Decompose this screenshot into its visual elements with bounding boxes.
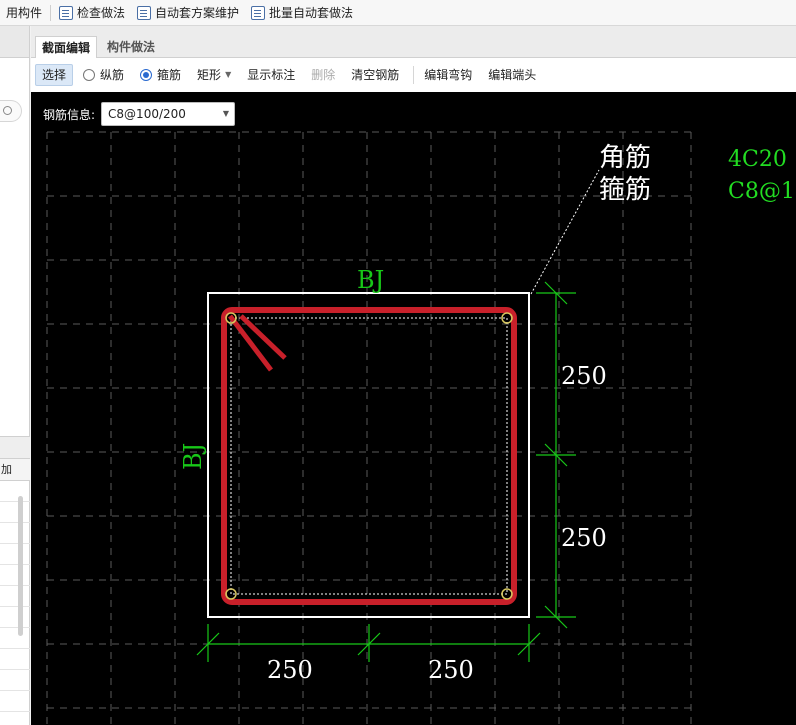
select-button[interactable]: 选择 — [35, 64, 74, 86]
show-dimension-button[interactable]: 显示标注 — [241, 64, 301, 86]
left-panel-header — [0, 26, 29, 58]
dimension-bottom — [196, 624, 541, 662]
longitudinal-label: 纵筋 — [100, 68, 125, 82]
table-row[interactable] — [0, 670, 30, 691]
search-icon[interactable] — [0, 100, 22, 122]
clear-rebar-button[interactable]: 清空钢筋 — [345, 64, 405, 86]
edit-end-button[interactable]: 编辑端头 — [482, 64, 542, 86]
dim-right-lower: 250 — [561, 524, 607, 552]
tab-strip: 截面编辑 构件做法 — [31, 26, 796, 58]
longitudinal-radio[interactable]: 纵筋 — [77, 64, 130, 86]
dim-right-upper: 250 — [561, 362, 607, 390]
radio-icon — [83, 69, 96, 81]
leader-line — [530, 169, 600, 295]
rebar-info: 钢筋信息: C8@100/200 ▼ — [43, 102, 236, 126]
table-row[interactable] — [0, 481, 30, 502]
annot-corner-value: 4C20 — [728, 147, 787, 172]
auto-plan-maintain-label: 自动套方案维护 — [155, 6, 240, 20]
toolbar-item-component-label: 用构件 — [6, 6, 43, 20]
checklist-icon — [59, 5, 74, 20]
table-row[interactable] — [0, 649, 30, 670]
left-panel: 加 — [0, 26, 30, 725]
annot-stirrup-value: C8@10 — [728, 179, 796, 204]
side-label-top: BJ — [357, 266, 384, 294]
delete-button[interactable]: 删除 — [305, 64, 341, 86]
side-label-left: BJ — [179, 443, 207, 470]
cover-line — [230, 317, 508, 595]
chevron-down-icon: ▼ — [225, 70, 232, 79]
chevron-down-icon: ▼ — [222, 109, 230, 118]
property-grid-header — [0, 437, 30, 459]
table-row[interactable] — [0, 502, 30, 523]
section-drawing: 角筋 箍筋 4C20 C8@10 BJ BJ — [46, 131, 796, 725]
table-row[interactable] — [0, 523, 30, 544]
shape-dropdown[interactable]: 矩形 ▼ — [191, 64, 237, 86]
auto-plan-maintain-button[interactable]: 自动套方案维护 — [131, 0, 245, 26]
batch-auto-apply-button[interactable]: 批量自动套做法 — [245, 0, 359, 26]
property-grid: 加 — [0, 436, 30, 725]
tab-section-edit[interactable]: 截面编辑 — [35, 36, 98, 58]
check-method-button[interactable]: 检查做法 — [53, 0, 131, 26]
dimension-right — [536, 281, 576, 629]
table-row[interactable] — [0, 544, 30, 565]
dim-bottom-right: 250 — [428, 656, 474, 684]
top-toolbar: 用构件 检查做法 自动套方案维护 批量自动套做法 — [0, 0, 796, 26]
section-edit-toolbar: 选择 纵筋 箍筋 矩形 ▼ 显示标注 删除 清空钢筋 编辑弯钩 编辑端头 — [31, 58, 796, 92]
annot-corner-label: 角筋 — [599, 143, 651, 173]
shape-label: 矩形 — [197, 68, 222, 82]
document-gear-icon — [137, 5, 152, 20]
edit-hook-button[interactable]: 编辑弯钩 — [418, 64, 478, 86]
stirrup-radio[interactable]: 箍筋 — [134, 64, 187, 86]
tab-component-method[interactable]: 构件做法 — [101, 36, 161, 58]
annot-stirrup-label: 箍筋 — [599, 175, 651, 205]
stirrup-label: 箍筋 — [157, 68, 182, 82]
batch-auto-apply-label: 批量自动套做法 — [269, 6, 354, 20]
toolbar-item-component[interactable]: 用构件 — [0, 0, 48, 26]
rebar-info-value: C8@100/200 — [108, 107, 186, 121]
table-row[interactable] — [0, 565, 30, 586]
corner-bars — [225, 312, 513, 600]
toolbar-divider — [50, 4, 52, 21]
toolbar-divider — [413, 66, 415, 84]
section-outline — [207, 292, 530, 618]
stirrup — [221, 307, 517, 605]
check-method-label: 检查做法 — [77, 6, 126, 20]
table-row[interactable] — [0, 586, 30, 607]
radio-selected-icon — [140, 69, 153, 81]
rebar-info-select[interactable]: C8@100/200 ▼ — [101, 102, 236, 126]
batch-document-icon — [251, 5, 266, 20]
rebar-info-label: 钢筋信息: — [43, 107, 96, 122]
dim-bottom-left: 250 — [267, 656, 313, 684]
table-row[interactable] — [0, 628, 30, 649]
drawing-canvas[interactable]: 钢筋信息: C8@100/200 ▼ 角筋 箍筋 4C20 C8@1 BJ BJ… — [31, 92, 796, 725]
scrollbar[interactable] — [18, 496, 23, 636]
table-row[interactable] — [0, 607, 30, 628]
table-row[interactable] — [0, 691, 30, 712]
property-grid-column: 加 — [0, 459, 30, 481]
